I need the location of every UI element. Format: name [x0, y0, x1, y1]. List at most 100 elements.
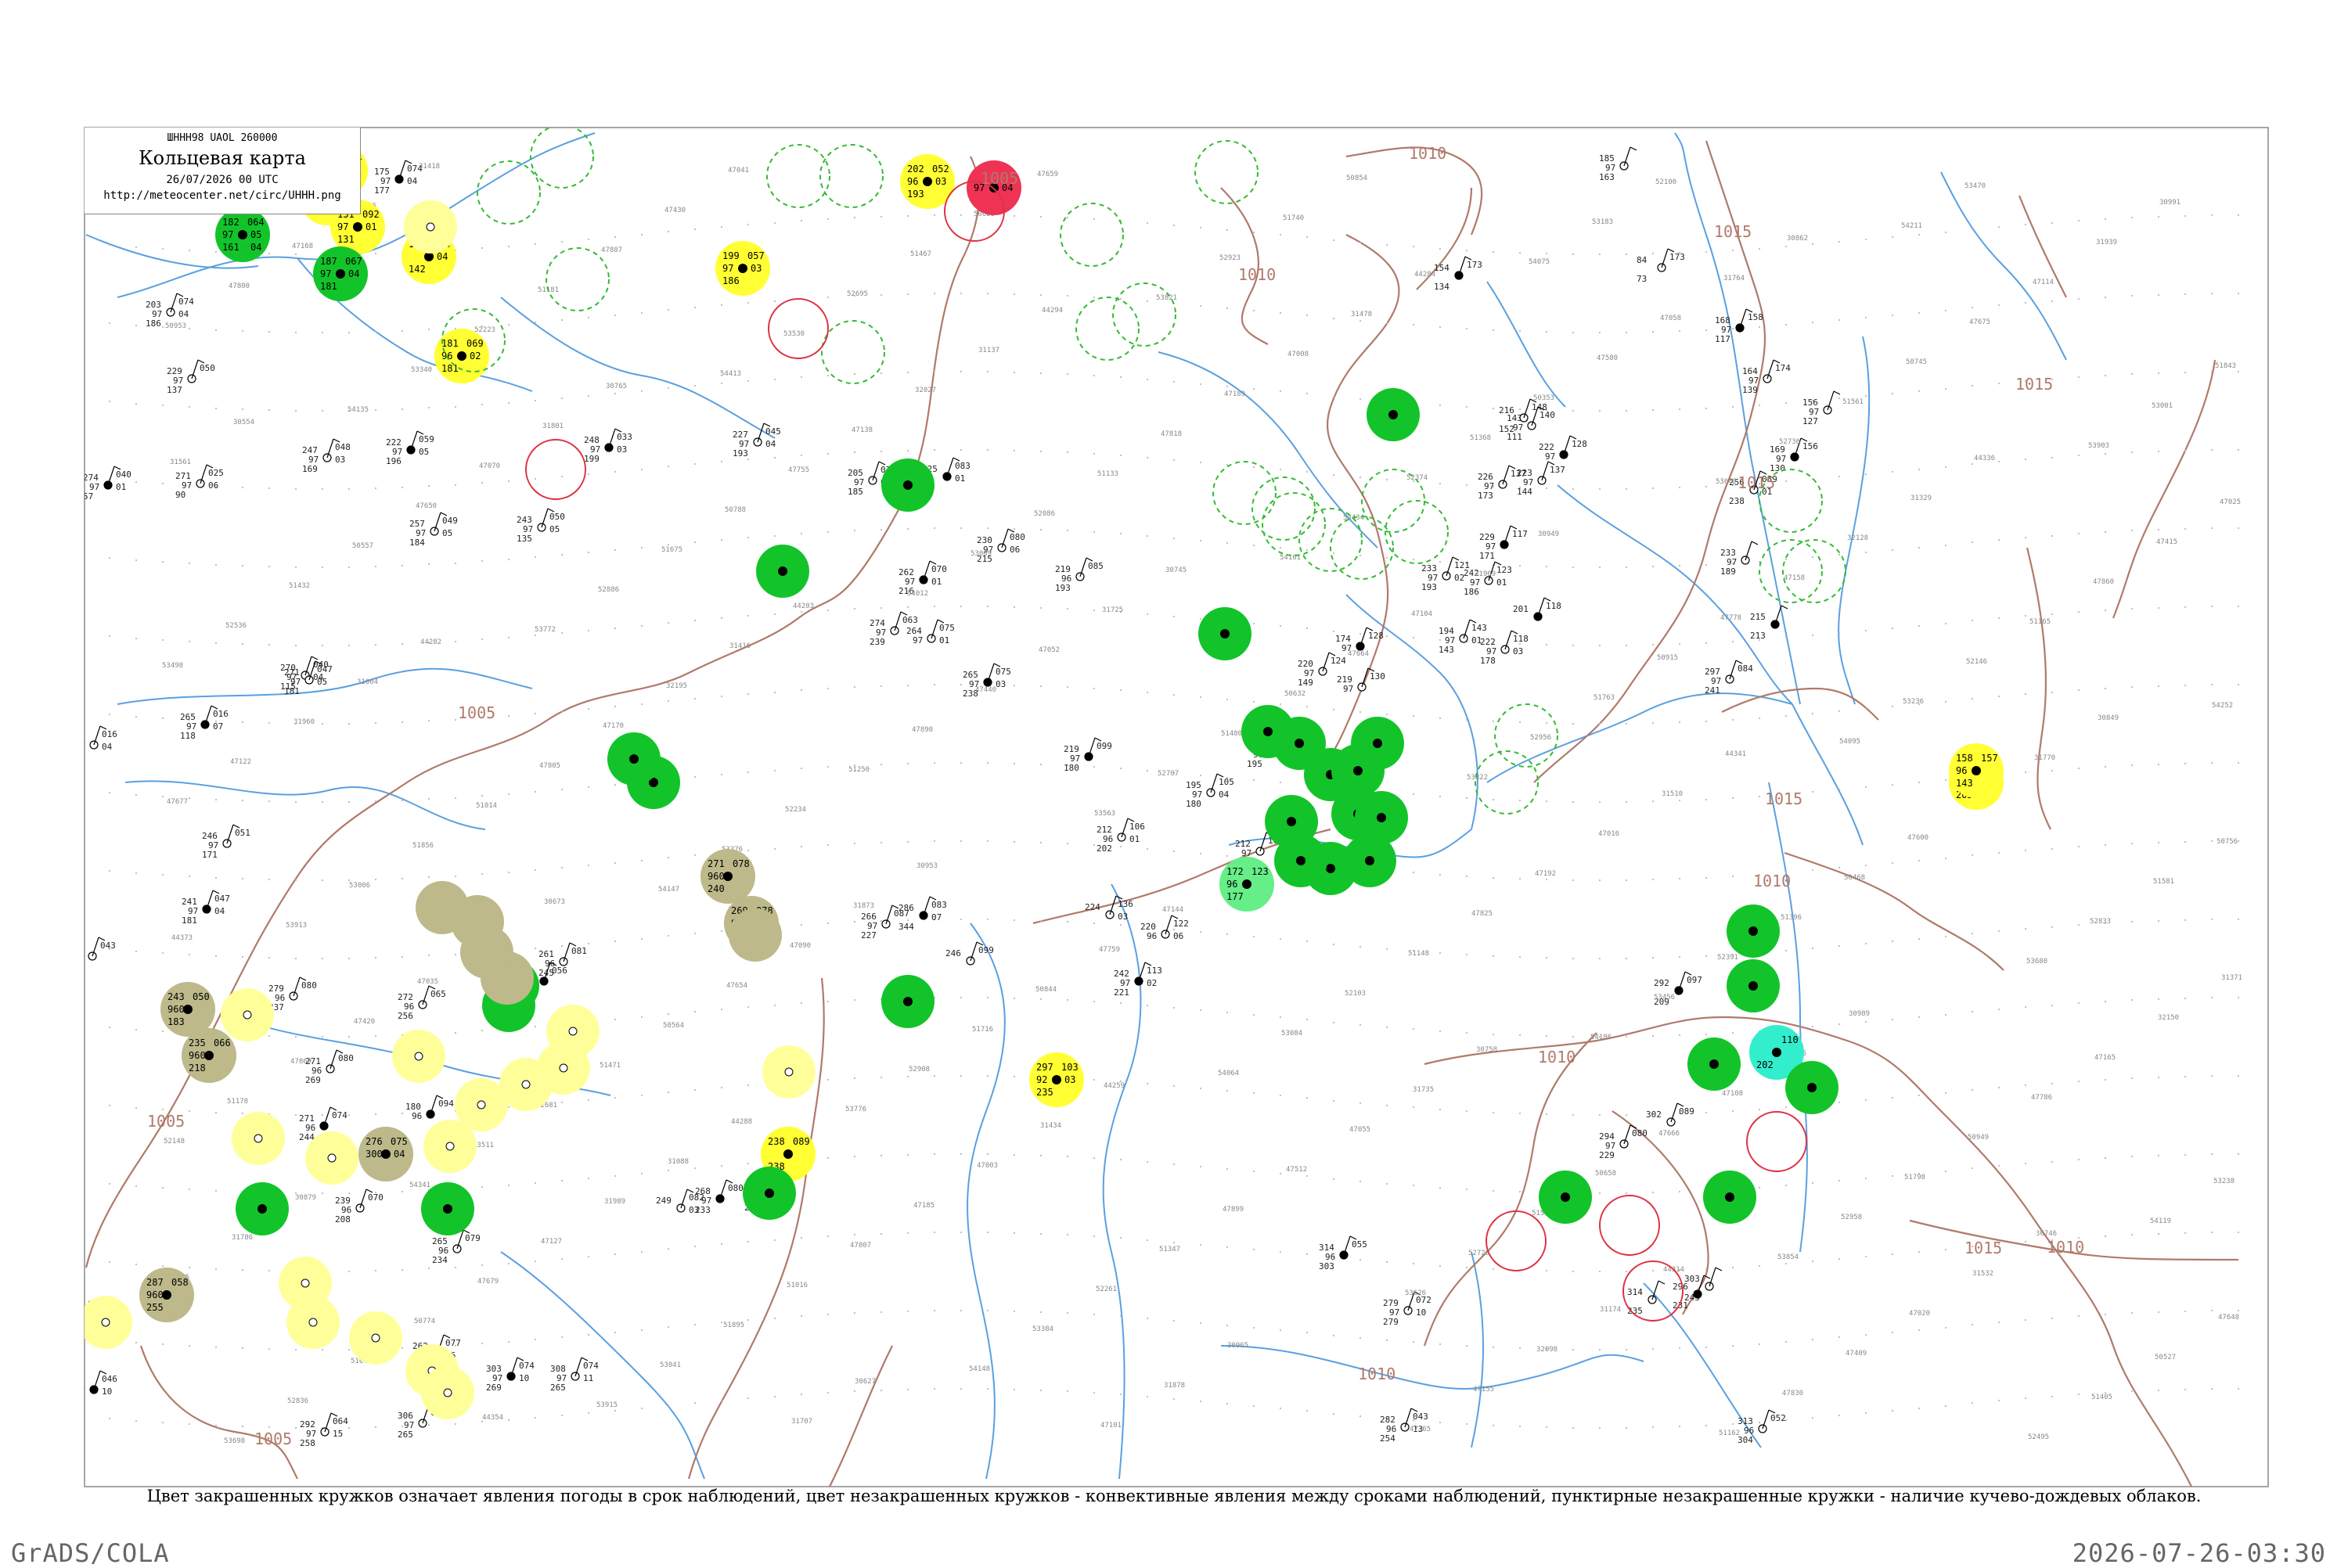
- legend-caption: Цвет закрашенных кружков означает явлени…: [146, 1487, 2202, 1505]
- obs-dewpoint: 139: [1742, 385, 1758, 395]
- grid-dot: [826, 374, 830, 377]
- isobar-pressure-label: 1015: [2015, 375, 2053, 394]
- station-index: 31088: [668, 1158, 689, 1166]
- grid-dot: [1971, 854, 1974, 857]
- grid-dot: [214, 329, 218, 332]
- isobar-pressure-label: 1015: [1714, 222, 1752, 241]
- grid-dot: [321, 487, 324, 491]
- grid-dot: [1252, 231, 1255, 234]
- cloud-cover-symbol: [183, 1005, 193, 1014]
- grid-dot: [1199, 383, 1202, 386]
- station-index: 51396: [1781, 914, 1802, 922]
- grid-dot: [1864, 1255, 1867, 1258]
- grid-dot: [614, 1174, 617, 1178]
- obs-tendency: 07: [213, 721, 223, 732]
- grid-dot: [268, 721, 271, 725]
- grid-dot: [1492, 876, 1495, 879]
- station-index: 44284: [1414, 271, 1435, 279]
- grid-dot: [2077, 1080, 2080, 1083]
- grid-dot: [427, 719, 430, 722]
- grid-dot: [1439, 795, 1442, 798]
- grid-dot: [667, 1404, 670, 1407]
- station-index: 47860: [2093, 578, 2114, 586]
- station-index: 54148: [969, 1365, 990, 1373]
- obs-pressure: 074: [332, 1110, 348, 1120]
- grid-dot: [2130, 529, 2134, 532]
- grid-dot: [1811, 634, 1814, 637]
- grid-dot: [2104, 530, 2107, 534]
- grid-dot: [587, 1099, 590, 1102]
- obs-pressure: 070: [931, 564, 947, 574]
- obs-tendency: 04: [1219, 789, 1230, 800]
- grid-dot: [108, 322, 111, 325]
- grid-dot: [1199, 304, 1202, 307]
- grid-dot: [560, 944, 564, 948]
- grid-dot: [1625, 409, 1628, 412]
- grid-dot: [1279, 937, 1282, 940]
- grid-dot: [667, 1169, 670, 1172]
- grid-dot: [2237, 1074, 2240, 1077]
- grid-dot: [1891, 861, 1894, 865]
- station-index: 50557: [352, 542, 373, 550]
- obs-pressure: 122: [1173, 919, 1189, 929]
- grid-dot: [108, 869, 111, 872]
- station-index: 51368: [1470, 434, 1491, 442]
- grid-dot: [826, 296, 830, 299]
- grid-dot: [1279, 1016, 1282, 1019]
- grid-dot: [1518, 564, 1522, 567]
- grid-dot: [1784, 949, 1788, 952]
- grid-dot: [906, 1153, 909, 1156]
- grid-dot: [1838, 1023, 1841, 1026]
- station-index: 50953: [165, 322, 186, 330]
- obs-pressure: 080: [1010, 532, 1025, 542]
- grid-dot: [2157, 450, 2160, 453]
- isobar-pressure-label: 1010: [1409, 144, 1446, 163]
- station-index: 51250: [848, 766, 870, 774]
- grid-dot: [135, 950, 138, 953]
- grid-dot: [427, 563, 430, 566]
- obs-pressure: 092: [362, 209, 380, 220]
- station-index: 50745: [1906, 358, 1927, 366]
- grid-dot: [241, 486, 244, 489]
- grid-dot: [108, 400, 111, 403]
- grid-dot: [1412, 323, 1415, 326]
- grid-dot: [1518, 721, 1522, 724]
- station-index: 47165: [2094, 1054, 2116, 1062]
- grid-dot: [268, 408, 271, 412]
- cloud-cover-symbol: [1772, 1048, 1781, 1057]
- grid-dot: [161, 717, 164, 720]
- grid-dot: [1518, 1425, 1522, 1428]
- grid-dot: [1758, 1264, 1761, 1268]
- grid-dot: [241, 877, 244, 880]
- station-index: 31416: [729, 642, 751, 650]
- grid-dot: [1172, 693, 1176, 696]
- station-index: 50564: [663, 1022, 684, 1030]
- grid-dot: [1093, 687, 1096, 690]
- grid-dot: [720, 382, 723, 385]
- grid-dot: [693, 384, 697, 387]
- obs-visibility: 95: [64, 1317, 74, 1327]
- obs-pressure: 083: [931, 900, 947, 910]
- station-index: 30879: [295, 1194, 316, 1202]
- grid-dot: [1838, 318, 1841, 322]
- grid-dot: [1838, 1101, 1841, 1104]
- grid-dot: [1412, 1340, 1415, 1343]
- grid-dot: [1226, 1324, 1229, 1327]
- grid-dot: [2077, 1158, 2080, 1161]
- grid-dot: [2077, 923, 2080, 926]
- grid-dot: [1172, 615, 1176, 618]
- obs-dewpoint: 118: [180, 731, 196, 741]
- grid-dot: [1518, 329, 1522, 333]
- grid-dot: [401, 642, 404, 646]
- grid-dot: [108, 1104, 111, 1107]
- station-index: 47677: [167, 798, 188, 806]
- grid-dot: [986, 840, 989, 843]
- grid-dot: [268, 956, 271, 959]
- station-index: 31434: [1040, 1122, 1061, 1130]
- obs-dewpoint: 202: [1097, 843, 1112, 854]
- grid-dot: [640, 233, 643, 236]
- station-index: 51480: [1221, 730, 1242, 738]
- station-index: 31137: [978, 347, 999, 354]
- grid-dot: [1705, 563, 1708, 566]
- cloud-cover-symbol: [1388, 410, 1398, 419]
